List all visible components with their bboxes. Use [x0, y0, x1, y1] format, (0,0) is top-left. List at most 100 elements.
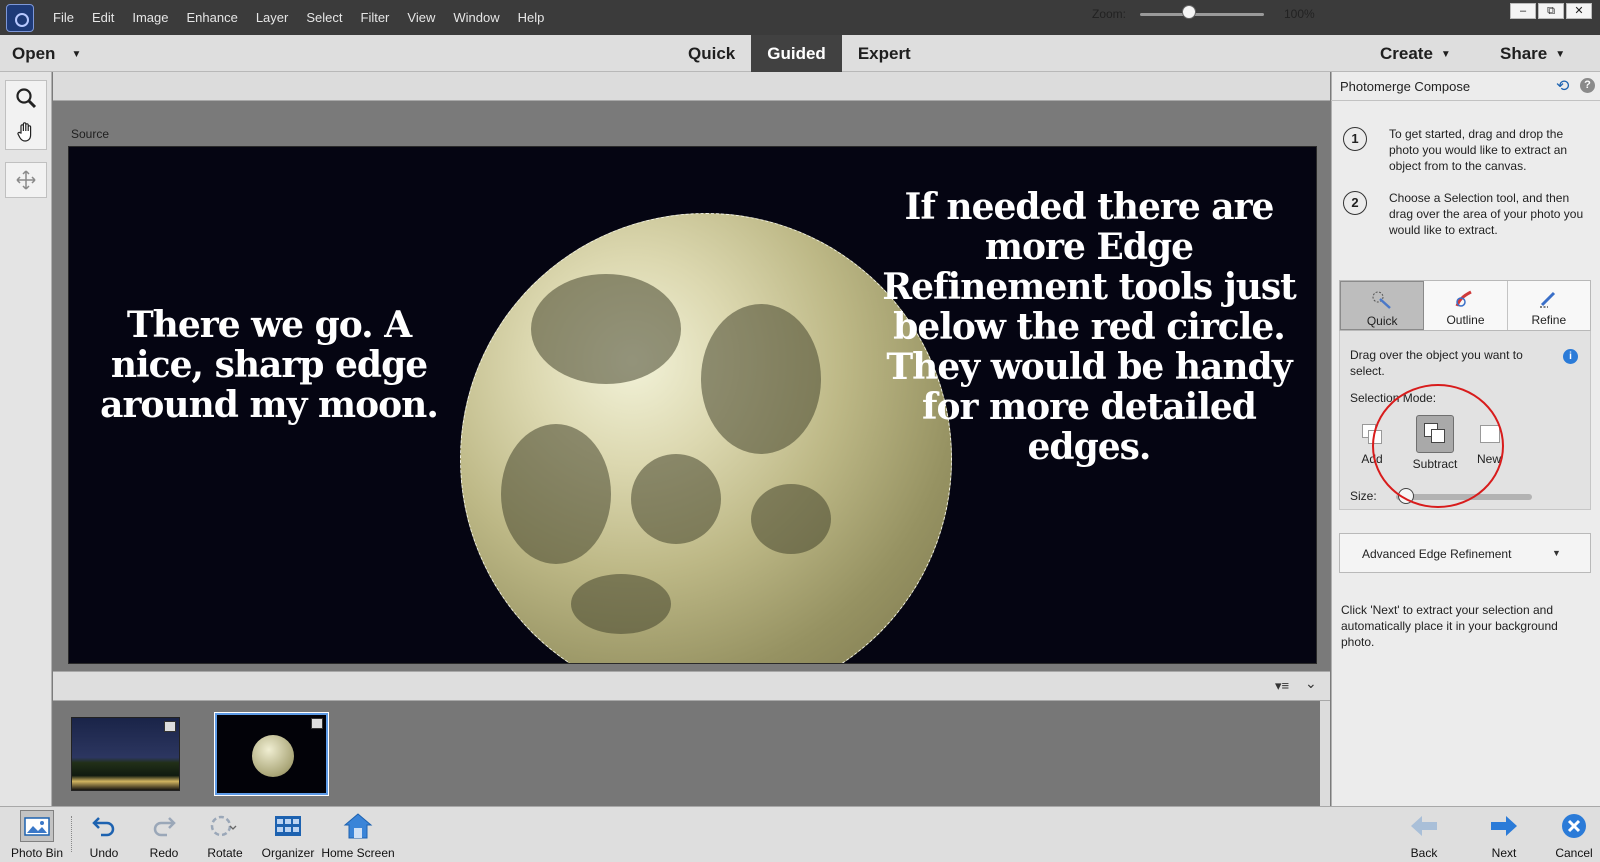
- list-menu-icon[interactable]: ▾≡: [1275, 678, 1289, 694]
- tool-bar: [0, 72, 52, 806]
- advanced-edge-refinement-label: Advanced Edge Refinement: [1362, 547, 1512, 561]
- tab-quick[interactable]: Quick: [672, 35, 751, 72]
- home-screen-label: Home Screen: [321, 846, 395, 860]
- moon-thumbnail-image: [252, 735, 294, 777]
- mode-tabs: Quick Guided Expert: [672, 35, 927, 72]
- create-label: Create: [1380, 44, 1433, 63]
- open-caret-icon: ▼: [71, 49, 82, 60]
- next-button[interactable]: Next: [1484, 810, 1524, 860]
- drag-hint-text: Drag over the object you want to select.: [1350, 348, 1523, 378]
- quick-tab-label: Quick: [1366, 314, 1398, 328]
- next-arrow-icon: [1487, 810, 1521, 842]
- info-icon[interactable]: i: [1563, 349, 1578, 364]
- next-label: Next: [1491, 846, 1517, 860]
- photo-bin-label: Photo Bin: [10, 846, 64, 860]
- undo-icon: [87, 810, 121, 842]
- overlay-text-right: If needed there are more Edge Refinement…: [882, 186, 1297, 468]
- tab-expert[interactable]: Expert: [842, 35, 927, 72]
- bottom-bar-separator: [71, 816, 72, 852]
- selection-tool-tabs: Quick Outline Refine: [1339, 280, 1591, 331]
- step-2-number: 2: [1343, 191, 1367, 215]
- thumbnail-background-photo[interactable]: [71, 717, 180, 791]
- share-caret-icon: ▼: [1555, 49, 1566, 60]
- menu-view[interactable]: View: [398, 0, 444, 35]
- photo-bin-scrollbar[interactable]: [1320, 701, 1330, 806]
- organizer-button[interactable]: Organizer: [258, 810, 318, 860]
- menu-edit[interactable]: Edit: [83, 0, 123, 35]
- help-icon[interactable]: ?: [1580, 78, 1595, 93]
- overlay-text-left: There we go. A nice, sharp edge around m…: [100, 304, 439, 426]
- move-tool[interactable]: [6, 163, 46, 197]
- magnifier-icon: [16, 88, 37, 109]
- redo-button[interactable]: Redo: [142, 810, 186, 860]
- menu-file[interactable]: File: [44, 0, 83, 35]
- thumbnail-moon-photo[interactable]: [214, 712, 329, 796]
- home-screen-button[interactable]: Home Screen: [318, 810, 398, 860]
- menu-image[interactable]: Image: [123, 0, 177, 35]
- mode-bar: Open ▼ Quick Guided Expert Create ▼ Share ▼: [0, 35, 1600, 72]
- create-caret-icon: ▼: [1440, 49, 1451, 60]
- minimize-button[interactable]: –: [1510, 3, 1536, 19]
- menu-window[interactable]: Window: [444, 0, 508, 35]
- dropdown-caret-icon: ▼: [1552, 548, 1561, 558]
- menu-bar: File Edit Image Enhance Layer Select Fil…: [0, 0, 1600, 35]
- open-label: Open: [12, 44, 56, 63]
- refine-brush-icon: [1539, 291, 1555, 308]
- step-1-text: To get started, drag and drop the photo …: [1389, 127, 1568, 173]
- back-button[interactable]: Back: [1404, 810, 1444, 860]
- bin-bar: [53, 671, 1330, 701]
- menu-help[interactable]: Help: [509, 0, 554, 35]
- undo-label: Undo: [89, 846, 119, 860]
- hand-icon: [17, 122, 32, 142]
- step-2-text: Choose a Selection tool, and then drag o…: [1389, 191, 1584, 237]
- back-label: Back: [1410, 846, 1438, 860]
- zoom-slider-handle[interactable]: [1182, 5, 1196, 19]
- source-photo[interactable]: There we go. A nice, sharp edge around m…: [68, 146, 1317, 664]
- rotate-label: Rotate: [207, 846, 243, 860]
- redo-label: Redo: [149, 846, 179, 860]
- redo-icon: [147, 810, 181, 842]
- thumbnail-badge-icon: [164, 721, 176, 732]
- reset-icon[interactable]: ⟲: [1556, 76, 1569, 96]
- move-tool-group: [5, 162, 47, 198]
- photo-bin-icon: [20, 810, 54, 842]
- create-button[interactable]: Create ▼: [1380, 35, 1451, 72]
- cancel-button[interactable]: Cancel: [1552, 810, 1596, 860]
- share-label: Share: [1500, 44, 1548, 63]
- refine-tab-label: Refine: [1531, 313, 1567, 327]
- tab-quick-selection[interactable]: Quick: [1340, 281, 1425, 330]
- zoom-bar: [53, 72, 1330, 101]
- cancel-x-icon: [1557, 810, 1591, 842]
- brush-size-label: Size:: [1350, 489, 1377, 503]
- outline-tab-label: Outline: [1446, 313, 1485, 327]
- view-tool-group: [5, 80, 47, 150]
- open-button[interactable]: Open ▼: [12, 35, 81, 72]
- move-arrows-icon: [16, 170, 36, 190]
- menu-filter[interactable]: Filter: [352, 0, 399, 35]
- menu-layer[interactable]: Layer: [247, 0, 298, 35]
- quick-selection-brush-icon: [1372, 291, 1391, 309]
- tab-refine-selection[interactable]: Refine: [1508, 281, 1590, 330]
- thumbnail-badge-icon: [311, 718, 323, 729]
- rotate-icon: [208, 810, 242, 842]
- zoom-slider-track[interactable]: [1140, 13, 1264, 16]
- app-logo-icon[interactable]: [6, 4, 34, 32]
- chevron-down-icon[interactable]: ⌄: [1305, 675, 1317, 692]
- menu-enhance[interactable]: Enhance: [178, 0, 247, 35]
- rotate-button[interactable]: Rotate: [200, 810, 250, 860]
- window-controls: – ⧉ ✕: [1510, 3, 1592, 19]
- menu-select[interactable]: Select: [297, 0, 351, 35]
- zoom-value[interactable]: 100%: [1284, 7, 1315, 21]
- cancel-label: Cancel: [1555, 846, 1593, 860]
- photo-bin-button[interactable]: Photo Bin: [6, 810, 68, 860]
- tab-outline-selection[interactable]: Outline: [1424, 281, 1508, 330]
- share-button[interactable]: Share ▼: [1500, 35, 1565, 72]
- tab-guided[interactable]: Guided: [751, 35, 842, 72]
- restore-button[interactable]: ⧉: [1538, 3, 1564, 19]
- red-highlight-circle: [1372, 384, 1504, 508]
- close-window-button[interactable]: ✕: [1566, 3, 1592, 19]
- hand-tool[interactable]: [6, 115, 46, 149]
- undo-button[interactable]: Undo: [82, 810, 126, 860]
- photoshop-elements-window: File Edit Image Enhance Layer Select Fil…: [0, 0, 1600, 862]
- zoom-tool[interactable]: [6, 81, 46, 115]
